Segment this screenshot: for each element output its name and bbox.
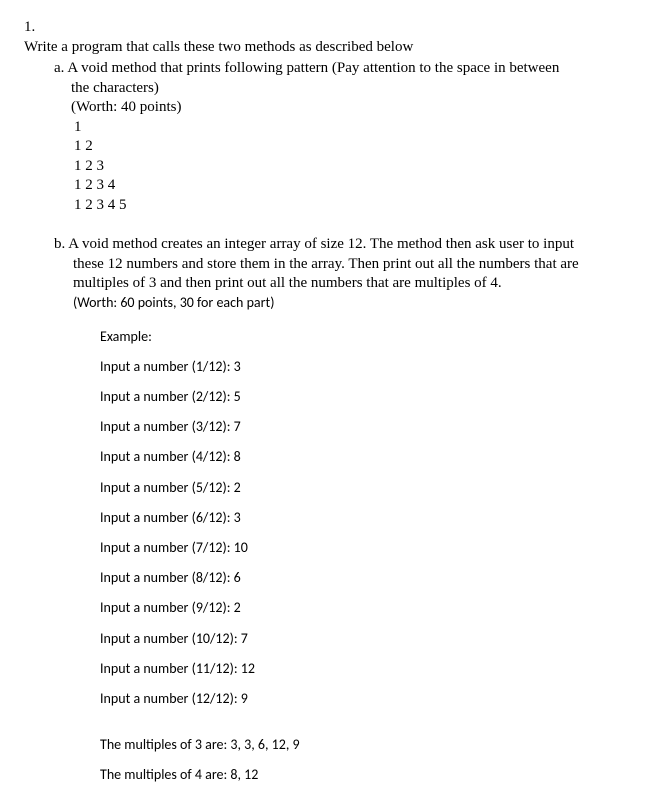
result-mult3: The multiples of 3 are: 3, 3, 6, 12, 9 [100, 736, 640, 754]
question-header: 1. Write a program that calls these two … [24, 18, 640, 57]
part-b-worth: (Worth: 60 points, 30 for each part) [73, 294, 640, 312]
part-b-line2: these 12 numbers and store them in the a… [73, 255, 640, 275]
part-a-line2: the characters) [71, 79, 640, 99]
pattern-row: 1 [74, 118, 640, 138]
pattern-row: 1 2 3 4 5 [74, 196, 640, 216]
input-line: Input a number (4/12): 8 [100, 448, 640, 466]
input-line: Input a number (12/12): 9 [100, 690, 640, 708]
result-mult4: The multiples of 4 are: 8, 12 [100, 766, 640, 784]
input-line: Input a number (8/12): 6 [100, 569, 640, 587]
pattern-row: 1 2 [74, 137, 640, 157]
results-block: The multiples of 3 are: 3, 3, 6, 12, 9 T… [100, 736, 640, 784]
part-b-letter: b. [54, 236, 65, 252]
pattern-row: 1 2 3 [74, 157, 640, 177]
input-line: Input a number (1/12): 3 [100, 358, 640, 376]
example-block: Example: Input a number (1/12): 3 Input … [100, 328, 640, 785]
part-b-line3: multiples of 3 and then print out all th… [73, 274, 640, 294]
part-a: a. A void method that prints following p… [54, 59, 640, 79]
input-line: Input a number (6/12): 3 [100, 509, 640, 527]
pattern-block: 1 1 2 1 2 3 1 2 3 4 1 2 3 4 5 [74, 118, 640, 216]
input-line: Input a number (3/12): 7 [100, 418, 640, 436]
question-intro: Write a program that calls these two met… [24, 38, 624, 58]
question-block: 1. Write a program that calls these two … [24, 18, 640, 785]
input-line: Input a number (10/12): 7 [100, 630, 640, 648]
part-b: b. A void method creates an integer arra… [54, 235, 640, 255]
input-line: Input a number (5/12): 2 [100, 479, 640, 497]
part-a-worth: (Worth: 40 points) [71, 98, 640, 118]
input-line: Input a number (9/12): 2 [100, 599, 640, 617]
part-a-letter: a. [54, 60, 64, 76]
part-a-line1: A void method that prints following patt… [67, 60, 559, 76]
example-label: Example: [100, 328, 640, 346]
input-line: Input a number (11/12): 12 [100, 660, 640, 678]
input-line: Input a number (2/12): 5 [100, 388, 640, 406]
part-b-line1: A void method creates an integer array o… [68, 236, 574, 252]
pattern-row: 1 2 3 4 [74, 176, 640, 196]
question-number: 1. [24, 18, 44, 38]
input-line: Input a number (7/12): 10 [100, 539, 640, 557]
